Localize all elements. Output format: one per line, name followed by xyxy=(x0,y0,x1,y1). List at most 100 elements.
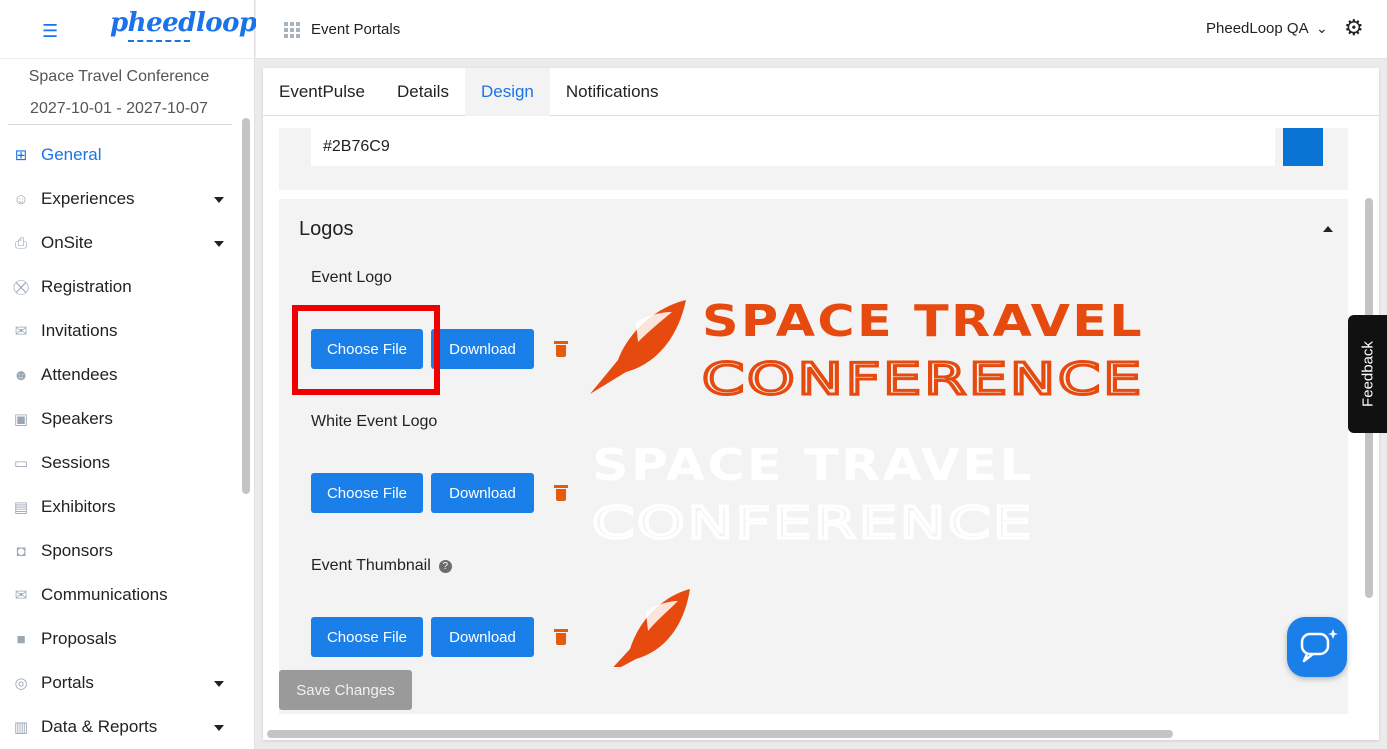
tab-bar: EventPulse Details Design Notifications xyxy=(263,68,1379,116)
person-icon: ☺ xyxy=(13,190,29,208)
sidebar-item-invitations[interactable]: ✉ Invitations xyxy=(0,309,240,353)
event-thumbnail-choose-file-button[interactable]: Choose File xyxy=(311,617,423,657)
sidebar-item-proposals[interactable]: ■ Proposals xyxy=(0,617,240,661)
storefront-icon: ▤ xyxy=(13,499,29,516)
sidebar-item-experiences[interactable]: ☺ Experiences xyxy=(0,177,240,221)
caret-down-icon[interactable] xyxy=(214,681,224,687)
event-thumbnail-image xyxy=(613,589,690,667)
event-thumbnail-download-button[interactable]: Download xyxy=(431,617,534,657)
brand-logo[interactable]: pheedloop xyxy=(110,8,257,38)
sidebar-nav: ⊞ General ☺ Experiences ⎙ OnSite ⛒ Registration… xyxy=(0,133,240,749)
presenter-icon: ▣ xyxy=(13,411,29,428)
panel-horizontal-scrollbar[interactable] xyxy=(267,730,1173,738)
caret-down-icon[interactable] xyxy=(214,725,224,731)
main-card: EventPulseDetailsDesignNotifications Log… xyxy=(263,68,1379,740)
sidebar-item-label: Proposals xyxy=(41,629,117,648)
sidebar-item-attendees[interactable]: ☻ Attendees xyxy=(0,353,240,397)
white-event-logo-choose-file-button[interactable]: Choose File xyxy=(311,473,423,513)
feedback-label: Feedback xyxy=(1359,341,1376,407)
sidebar-item-registration[interactable]: ⛒ Registration xyxy=(0,265,240,309)
logos-section: Logos Event Logo Choose File Download SP… xyxy=(279,199,1348,714)
account-name[interactable]: PheedLoop QA xyxy=(1206,20,1309,37)
sidebar-item-data-reports[interactable]: ▥ Data & Reports xyxy=(0,705,240,749)
design-panel: Logos Event Logo Choose File Download SP… xyxy=(263,128,1363,714)
primary-color-input[interactable] xyxy=(311,128,1275,166)
apps-grid-icon[interactable] xyxy=(284,22,300,38)
caret-down-icon[interactable] xyxy=(214,241,224,247)
feedback-tab[interactable]: Feedback xyxy=(1348,315,1387,433)
page-title: Event Portals xyxy=(311,21,401,38)
tab-design[interactable]: Design xyxy=(464,68,550,116)
svg-text:CONFERENCE: CONFERENCE xyxy=(702,354,1144,398)
svg-text:SPACE TRAVEL: SPACE TRAVEL xyxy=(592,442,1034,491)
gear-icon[interactable]: ⚙ xyxy=(1344,17,1364,39)
tab-eventpulse[interactable]: EventPulse xyxy=(263,68,381,116)
white-event-logo-image: SPACE TRAVEL CONFERENCE xyxy=(591,442,1034,542)
sidebar-item-sponsors[interactable]: ◘ Sponsors xyxy=(0,529,240,573)
sidebar-item-label: Communications xyxy=(41,585,168,604)
globe-icon: ◎ xyxy=(14,675,28,692)
event-thumbnail-label: Event Thumbnail? xyxy=(311,557,452,575)
chat-icon xyxy=(1300,629,1338,663)
chat-support-button[interactable] xyxy=(1287,617,1347,677)
tab-details[interactable]: Details xyxy=(381,68,465,116)
sidebar-item-label: Speakers xyxy=(41,409,113,428)
sidebar-item-exhibitors[interactable]: ▤ Exhibitors xyxy=(0,485,240,529)
tab-notifications[interactable]: Notifications xyxy=(550,68,675,116)
help-icon[interactable]: ? xyxy=(438,560,452,573)
white-event-logo-download-button[interactable]: Download xyxy=(431,473,534,513)
sidebar-item-label: Exhibitors xyxy=(41,497,116,516)
event-logo-label: Event Logo xyxy=(311,269,392,286)
sidebar-divider xyxy=(8,124,232,125)
sidebar-item-label: Invitations xyxy=(41,321,118,340)
mail-icon: ✉ xyxy=(14,323,28,340)
event-dates: 2027-10-01 - 2027-10-07 xyxy=(30,100,208,117)
svg-text:CONFERENCE: CONFERENCE xyxy=(592,498,1034,542)
event-thumbnail-trash-icon[interactable] xyxy=(554,629,568,645)
hamburger-menu-icon[interactable]: ☰ xyxy=(42,21,58,42)
logos-title: Logos xyxy=(299,218,354,240)
sidebar-item-label: Portals xyxy=(41,673,94,692)
collapse-caret-icon[interactable] xyxy=(1323,226,1333,232)
sidebar-item-label: Attendees xyxy=(41,365,118,384)
mail-icon: ✉ xyxy=(14,587,28,604)
white-event-logo-label: White Event Logo xyxy=(311,413,438,430)
color-swatch[interactable] xyxy=(1283,128,1323,166)
save-changes-button[interactable]: Save Changes xyxy=(279,670,412,710)
sidebar-header: ☰ pheedloop xyxy=(0,0,257,59)
sidebar-item-onsite[interactable]: ⎙ OnSite xyxy=(0,221,240,265)
sidebar-item-label: Sessions xyxy=(41,453,110,472)
primary-color-section xyxy=(279,128,1348,190)
sidebar-item-communications[interactable]: ✉ Communications xyxy=(0,573,240,617)
event-logo-download-button[interactable]: Download xyxy=(431,329,534,369)
top-bar: Event Portals PheedLoop QA ⌄ ⚙ xyxy=(256,0,1387,59)
sidebar-item-label: Registration xyxy=(41,277,132,296)
sidebar-item-speakers[interactable]: ▣ Speakers xyxy=(0,397,240,441)
sidebar-scrollbar[interactable] xyxy=(242,118,250,494)
brand-logo-arrow xyxy=(128,40,190,42)
document-icon: ■ xyxy=(16,630,26,648)
people-icon: ☻ xyxy=(13,366,29,384)
printer-icon: ⎙ xyxy=(14,234,27,252)
event-logo-image: SPACE TRAVEL CONFERENCE xyxy=(590,298,1144,398)
rocket-icon xyxy=(590,300,686,394)
sidebar-item-label: Experiences xyxy=(41,189,135,208)
laptop-icon: ▭ xyxy=(13,455,29,472)
sidebar-item-label: General xyxy=(41,145,102,164)
sidebar-item-portals[interactable]: ◎ Portals xyxy=(0,661,240,705)
event-logo-choose-file-button[interactable]: Choose File xyxy=(311,329,423,369)
sidebar-item-label: Data & Reports xyxy=(41,717,158,736)
caret-down-icon[interactable] xyxy=(214,197,224,203)
sidebar-item-label: OnSite xyxy=(41,233,93,252)
chevron-down-icon[interactable]: ⌄ xyxy=(1316,20,1328,37)
sidebar: ☰ pheedloop Space Travel Conference 2027… xyxy=(0,0,257,749)
white-event-logo-trash-icon[interactable] xyxy=(554,485,568,501)
sidebar-item-label: Sponsors xyxy=(41,541,113,560)
event-name: Space Travel Conference xyxy=(28,68,210,85)
badge-icon: ◘ xyxy=(16,542,26,560)
event-thumbnail-label-text: Event Thumbnail xyxy=(311,557,431,574)
sidebar-item-general[interactable]: ⊞ General xyxy=(0,133,240,177)
cart-icon: ⛒ xyxy=(13,278,29,296)
event-logo-trash-icon[interactable] xyxy=(554,341,568,357)
sidebar-item-sessions[interactable]: ▭ Sessions xyxy=(0,441,240,485)
